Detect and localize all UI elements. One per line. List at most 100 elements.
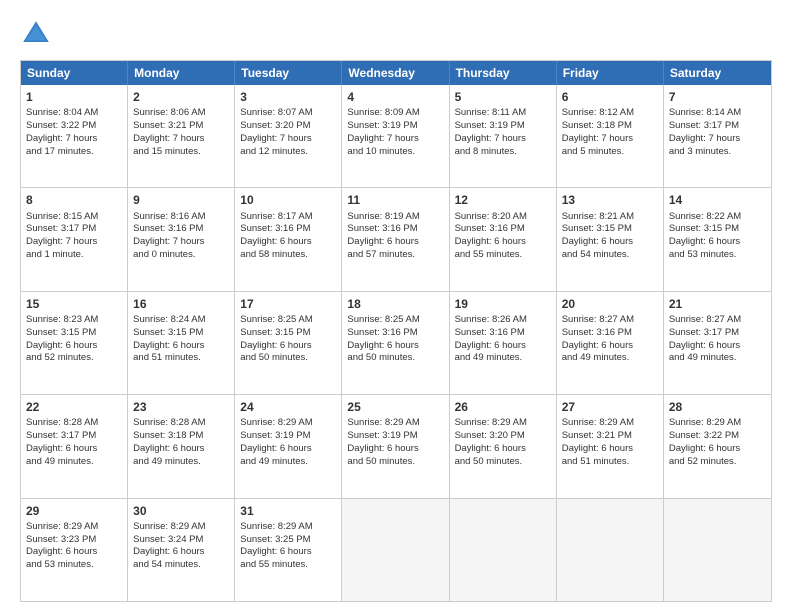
day-number: 24 [240, 399, 336, 415]
day-info-line: Sunrise: 8:15 AM [26, 211, 98, 222]
day-info-line: Daylight: 6 hours [455, 443, 526, 454]
day-number: 28 [669, 399, 766, 415]
calendar-cell [450, 499, 557, 601]
day-info-line: Daylight: 6 hours [669, 340, 740, 351]
day-info-line: Daylight: 6 hours [240, 340, 311, 351]
day-number: 7 [669, 89, 766, 105]
day-info-line: Daylight: 6 hours [240, 546, 311, 557]
day-info-line: Sunset: 3:20 PM [455, 430, 525, 441]
day-info-line: Daylight: 7 hours [347, 133, 418, 144]
calendar-cell: 26Sunrise: 8:29 AMSunset: 3:20 PMDayligh… [450, 395, 557, 497]
logo-icon [20, 18, 52, 50]
day-info-line: Daylight: 6 hours [347, 236, 418, 247]
header-day-wednesday: Wednesday [342, 61, 449, 85]
day-info-line: Daylight: 6 hours [669, 443, 740, 454]
day-info-line: Daylight: 7 hours [455, 133, 526, 144]
day-info-line: Sunset: 3:19 PM [240, 430, 310, 441]
day-number: 8 [26, 192, 122, 208]
calendar-week-4: 22Sunrise: 8:28 AMSunset: 3:17 PMDayligh… [21, 394, 771, 497]
day-info-line: Daylight: 6 hours [562, 443, 633, 454]
day-info-line: Daylight: 6 hours [347, 443, 418, 454]
calendar-cell: 20Sunrise: 8:27 AMSunset: 3:16 PMDayligh… [557, 292, 664, 394]
day-info-line: Sunrise: 8:29 AM [26, 521, 98, 532]
day-info-line: Daylight: 7 hours [562, 133, 633, 144]
day-number: 19 [455, 296, 551, 312]
calendar-cell [342, 499, 449, 601]
day-number: 17 [240, 296, 336, 312]
day-info-line: and 51 minutes. [562, 456, 630, 467]
day-info-line: Sunrise: 8:11 AM [455, 107, 527, 118]
day-info-line: Sunset: 3:25 PM [240, 534, 310, 545]
day-info-line: Sunset: 3:17 PM [26, 223, 96, 234]
day-info-line: Daylight: 6 hours [562, 236, 633, 247]
day-info-line: Sunset: 3:16 PM [347, 223, 417, 234]
day-info-line: Daylight: 6 hours [133, 340, 204, 351]
day-number: 6 [562, 89, 658, 105]
calendar-week-5: 29Sunrise: 8:29 AMSunset: 3:23 PMDayligh… [21, 498, 771, 601]
day-info-line: and 57 minutes. [347, 249, 415, 260]
day-number: 4 [347, 89, 443, 105]
day-info-line: and 1 minute. [26, 249, 84, 260]
day-info-line: and 55 minutes. [240, 559, 308, 570]
calendar-cell: 2Sunrise: 8:06 AMSunset: 3:21 PMDaylight… [128, 85, 235, 187]
day-info-line: Sunset: 3:22 PM [669, 430, 739, 441]
day-info-line: Sunset: 3:17 PM [669, 120, 739, 131]
day-number: 13 [562, 192, 658, 208]
day-number: 1 [26, 89, 122, 105]
calendar-cell: 24Sunrise: 8:29 AMSunset: 3:19 PMDayligh… [235, 395, 342, 497]
calendar-cell: 3Sunrise: 8:07 AMSunset: 3:20 PMDaylight… [235, 85, 342, 187]
day-info-line: Sunrise: 8:09 AM [347, 107, 419, 118]
day-info-line: and 50 minutes. [347, 456, 415, 467]
day-info-line: Sunrise: 8:29 AM [240, 521, 312, 532]
day-info-line: and 49 minutes. [562, 352, 630, 363]
day-info-line: Sunrise: 8:20 AM [455, 211, 527, 222]
day-info-line: Daylight: 6 hours [240, 236, 311, 247]
calendar-cell: 18Sunrise: 8:25 AMSunset: 3:16 PMDayligh… [342, 292, 449, 394]
day-number: 11 [347, 192, 443, 208]
day-info-line: Sunset: 3:16 PM [455, 327, 525, 338]
day-info-line: Daylight: 7 hours [133, 236, 204, 247]
day-info-line: Sunset: 3:21 PM [133, 120, 203, 131]
day-info-line: and 54 minutes. [562, 249, 630, 260]
day-info-line: Daylight: 6 hours [26, 546, 97, 557]
day-info-line: Sunset: 3:15 PM [26, 327, 96, 338]
day-info-line: and 51 minutes. [133, 352, 201, 363]
day-number: 16 [133, 296, 229, 312]
calendar-body: 1Sunrise: 8:04 AMSunset: 3:22 PMDaylight… [21, 85, 771, 601]
day-info-line: Sunrise: 8:27 AM [562, 314, 634, 325]
day-info-line: and 50 minutes. [347, 352, 415, 363]
calendar-cell [664, 499, 771, 601]
day-info-line: and 49 minutes. [26, 456, 94, 467]
calendar-cell: 14Sunrise: 8:22 AMSunset: 3:15 PMDayligh… [664, 188, 771, 290]
day-info-line: Sunset: 3:20 PM [240, 120, 310, 131]
calendar-cell: 17Sunrise: 8:25 AMSunset: 3:15 PMDayligh… [235, 292, 342, 394]
day-info-line: Sunrise: 8:25 AM [240, 314, 312, 325]
calendar-cell: 7Sunrise: 8:14 AMSunset: 3:17 PMDaylight… [664, 85, 771, 187]
day-info-line: Sunrise: 8:06 AM [133, 107, 205, 118]
day-info-line: Sunrise: 8:29 AM [455, 417, 527, 428]
day-number: 5 [455, 89, 551, 105]
day-info-line: and 8 minutes. [455, 146, 517, 157]
calendar-cell: 21Sunrise: 8:27 AMSunset: 3:17 PMDayligh… [664, 292, 771, 394]
day-info-line: and 52 minutes. [669, 456, 737, 467]
header-day-tuesday: Tuesday [235, 61, 342, 85]
calendar-cell [557, 499, 664, 601]
calendar-cell: 25Sunrise: 8:29 AMSunset: 3:19 PMDayligh… [342, 395, 449, 497]
calendar-cell: 8Sunrise: 8:15 AMSunset: 3:17 PMDaylight… [21, 188, 128, 290]
day-info-line: Sunrise: 8:14 AM [669, 107, 741, 118]
day-info-line: Sunset: 3:21 PM [562, 430, 632, 441]
day-info-line: Daylight: 6 hours [133, 546, 204, 557]
day-info-line: Daylight: 6 hours [455, 236, 526, 247]
calendar-cell: 31Sunrise: 8:29 AMSunset: 3:25 PMDayligh… [235, 499, 342, 601]
calendar: SundayMondayTuesdayWednesdayThursdayFrid… [20, 60, 772, 602]
day-info-line: Sunrise: 8:29 AM [669, 417, 741, 428]
day-info-line: Daylight: 6 hours [669, 236, 740, 247]
day-number: 21 [669, 296, 766, 312]
page: SundayMondayTuesdayWednesdayThursdayFrid… [0, 0, 792, 612]
day-info-line: Daylight: 6 hours [26, 340, 97, 351]
calendar-cell: 27Sunrise: 8:29 AMSunset: 3:21 PMDayligh… [557, 395, 664, 497]
day-info-line: Daylight: 6 hours [347, 340, 418, 351]
day-info-line: and 12 minutes. [240, 146, 308, 157]
day-number: 15 [26, 296, 122, 312]
calendar-cell: 9Sunrise: 8:16 AMSunset: 3:16 PMDaylight… [128, 188, 235, 290]
